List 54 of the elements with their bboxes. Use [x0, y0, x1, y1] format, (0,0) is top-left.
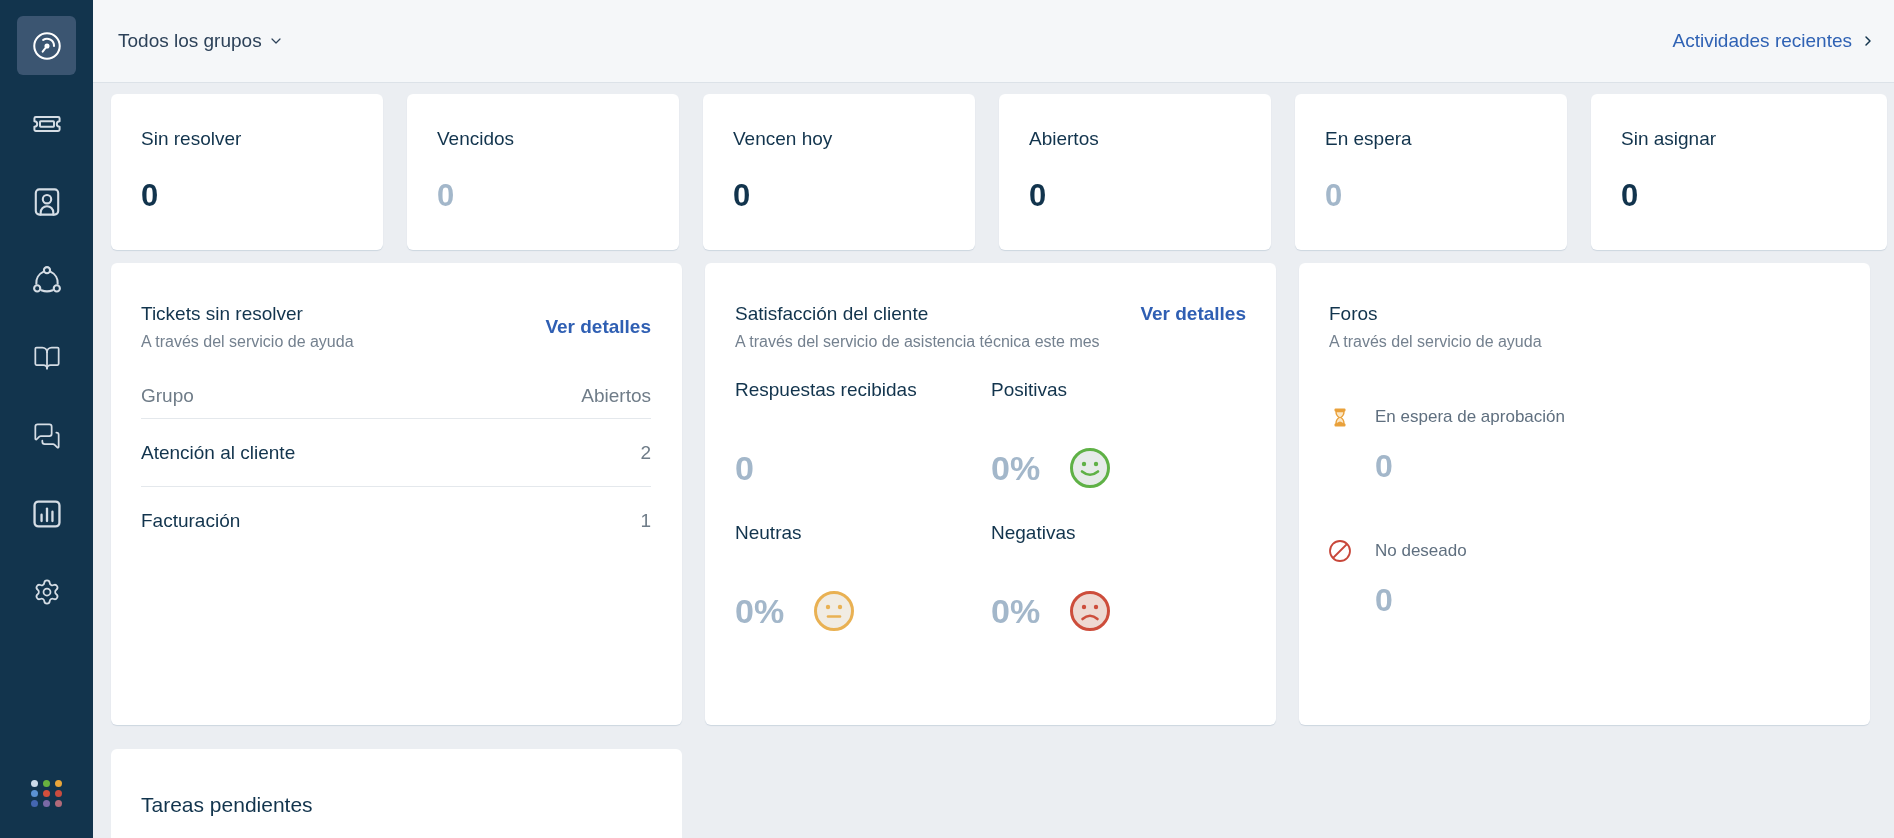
- open-count: 1: [640, 509, 651, 533]
- smiley-face-icon: [1070, 448, 1111, 488]
- stat-value: 0: [1325, 178, 1343, 214]
- metric-value: 0%: [991, 593, 1041, 629]
- card-title: Satisfacción del cliente: [735, 302, 929, 326]
- column-header: Grupo: [141, 384, 194, 408]
- stat-label: Sin asignar: [1621, 127, 1717, 151]
- stat-label: En espera: [1325, 127, 1412, 151]
- card-title: Foros: [1329, 302, 1378, 326]
- open-count: 2: [640, 440, 651, 465]
- metric-label: Respuestas recibidas: [735, 378, 917, 402]
- metric-value: 0: [735, 450, 754, 486]
- forum-stat-label: En espera de aprobación: [1375, 406, 1565, 428]
- gauge-icon: [32, 31, 61, 60]
- group-name: Facturación: [141, 509, 241, 533]
- forum-stat-value: 0: [1375, 582, 1393, 618]
- card-subtitle: A través del servicio de asistencia técnica este mes: [735, 332, 1100, 352]
- prohibited-icon: [1329, 540, 1351, 562]
- stat-label: Sin resolver: [141, 127, 242, 151]
- bar-chart-icon: [32, 499, 61, 528]
- stat-label: Vencen hoy: [733, 127, 833, 151]
- neutral-face-icon: [814, 591, 855, 631]
- card-subtitle: A través del servicio de ayuda: [1329, 332, 1542, 352]
- network-icon: [32, 265, 61, 294]
- view-details-link[interactable]: Ver detalles: [545, 315, 651, 339]
- stat-value: 0: [1621, 178, 1639, 214]
- stat-label: Abiertos: [1029, 127, 1099, 151]
- group-name: Atención al cliente: [141, 440, 296, 465]
- stat-value: 0: [733, 178, 751, 214]
- dots-grid-icon: [31, 780, 62, 807]
- metric-label: Neutras: [735, 521, 802, 545]
- stat-value: 0: [437, 178, 455, 214]
- chat-bubbles-icon: [32, 421, 61, 450]
- card-subtitle: A través del servicio de ayuda: [141, 332, 354, 352]
- group-filter-dropdown[interactable]: Todos los grupos: [118, 29, 284, 53]
- metric-label: Negativas: [991, 521, 1076, 545]
- apps-button[interactable]: [31, 780, 62, 807]
- metric-value: 0%: [991, 450, 1041, 486]
- hourglass-icon: [1334, 407, 1346, 427]
- card-title: Tickets sin resolver: [141, 302, 303, 326]
- recent-activities-link[interactable]: Actividades recientes: [1672, 29, 1876, 53]
- view-details-link[interactable]: Ver detalles: [1140, 302, 1246, 326]
- sidebar-item[interactable]: [17, 16, 76, 75]
- metric-label: Positivas: [991, 378, 1068, 402]
- contact-card-icon: [32, 187, 61, 216]
- stat-value: 0: [1029, 178, 1047, 214]
- stat-label: Vencidos: [437, 127, 515, 151]
- forum-stat-value: 0: [1375, 448, 1393, 484]
- column-header: Abiertos: [581, 384, 651, 408]
- stat-value: 0: [141, 178, 159, 214]
- forum-stat-label: No deseado: [1375, 540, 1467, 562]
- card-title: Tareas pendientes: [141, 793, 313, 816]
- metric-value: 0%: [735, 593, 785, 629]
- sad-face-icon: [1070, 591, 1111, 631]
